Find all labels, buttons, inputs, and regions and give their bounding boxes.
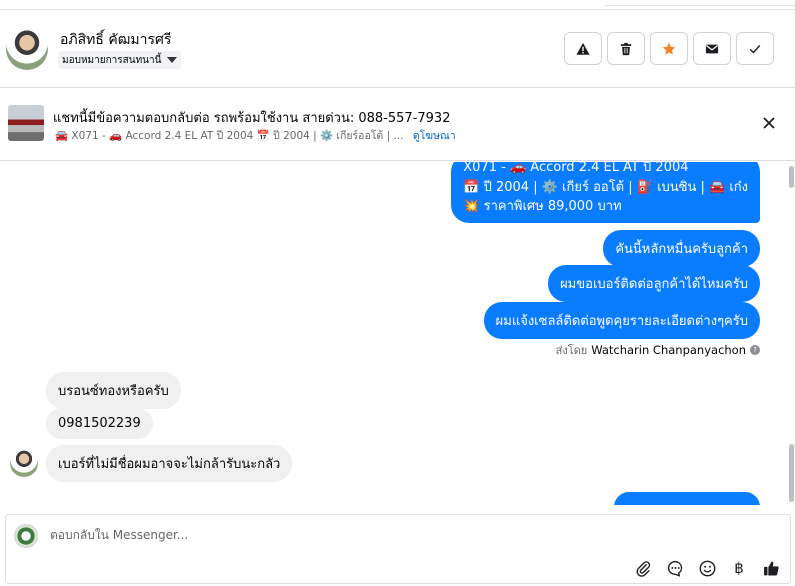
caret-down-icon [167,57,178,63]
trash-icon [620,42,632,55]
baht-icon: ฿ [734,559,744,577]
scrollbar-thumb-top[interactable] [789,166,794,188]
messenger-conversation-panel: อภิสิทธิ์ คัฒมารศรี มอบหมายการสนทนานี้ แ… [0,0,795,586]
top-border [0,0,795,10]
conversation-actions [564,32,774,65]
top-tab-stub [605,0,795,6]
car-line-2: 📅 ปี 2004 | ⚙️ เกียร์ ออโต้ | ⛽ เบนซิน |… [463,179,748,195]
car-line-3: 💥 ราคาพิเศษ 89,000 บาท [463,199,622,214]
assign-label: มอบหมายการสนทนานี้ [62,54,162,66]
emoji-button[interactable] [698,559,716,577]
ad-thumbnail[interactable] [8,105,44,141]
conversation-header: อภิสิทธิ์ คัฒมารศรี มอบหมายการสนทนานี้ [0,11,795,88]
help-icon[interactable]: ? [750,345,760,355]
emoji-icon [699,560,715,576]
message-thread: X071 - 🚗 Accord 2.4 EL AT ปี 2004 📅 ปี 2… [0,162,795,505]
mark-unread-button[interactable] [693,32,731,65]
sent-by-name: Watcharin Chanpanyachon [591,343,746,357]
reply-composer: ฿ [5,514,791,584]
star-button[interactable] [650,32,688,65]
outgoing-message[interactable]: คันนี้หลักหมื่นครับลูกค้า [603,230,760,267]
outgoing-message[interactable]: ผมขอเบอร์ติดต่อลูกค้าได้ไหมครับ [548,265,760,302]
contact-name[interactable]: อภิสิทธิ์ คัฒมารศรี [60,29,171,51]
thumbs-up-icon [763,561,779,576]
payment-button[interactable]: ฿ [730,559,748,577]
warning-icon [576,42,590,55]
page-avatar [14,524,38,548]
sent-by-prefix: ส่งโดย [555,344,588,357]
star-icon [662,42,676,55]
incoming-message[interactable]: เบอร์ที่ไม่มีชื่อผมอาจจะไม่กล้ารับนะกลัว [46,445,293,482]
delete-button[interactable] [607,32,645,65]
assign-conversation-dropdown[interactable]: มอบหมายการสนทนานี้ [58,51,182,69]
outgoing-message[interactable]: ผมแจ้งเซลล์ติดต่อพูดคุยรายละเอียดต่างๆคร… [483,302,760,339]
mark-done-button[interactable] [736,32,774,65]
like-button[interactable] [762,559,780,577]
saved-replies-button[interactable] [666,559,684,577]
reply-input[interactable] [50,528,650,542]
contact-avatar-small[interactable] [10,449,38,477]
ad-title: แชทนี้มีข้อความตอบกลับต่อ รถพร้อมใช้งาน … [53,111,451,126]
check-icon [749,44,761,53]
chat-bubble-icon [667,560,682,577]
mark-spam-button[interactable] [564,32,602,65]
ad-subtitle: 🚘 X071 - 🚗 Accord 2.4 EL AT ปี 2004 📅 ปี… [55,127,456,144]
scrollbar-thumb[interactable] [789,444,794,502]
outgoing-message-partial[interactable] [614,492,760,505]
sent-by-label: ส่งโดย Watcharin Chanpanyachon ? [556,341,760,359]
ad-context-banner: แชทนี้มีข้อความตอบกลับต่อ รถพร้อมใช้งาน … [0,89,795,161]
view-ad-link[interactable]: ดูโฆษณา [413,130,456,142]
paperclip-icon [636,560,650,577]
thread-scrollbar[interactable] [787,162,795,505]
car-details-message[interactable]: X071 - 🚗 Accord 2.4 EL AT ปี 2004 📅 ปี 2… [451,162,760,223]
close-icon[interactable] [761,115,777,131]
composer-tools: ฿ [634,559,780,577]
envelope-icon [705,44,719,53]
incoming-message[interactable]: 0981502239 [46,408,153,439]
ad-subtitle-text: 🚘 X071 - 🚗 Accord 2.4 EL AT ปี 2004 📅 ปี… [55,130,404,142]
attach-button[interactable] [634,559,652,577]
contact-avatar[interactable] [6,28,48,70]
car-line-1: X071 - 🚗 Accord 2.4 EL AT ปี 2004 [463,162,689,175]
incoming-message[interactable]: บรอนซ์ทองหรือครับ [46,372,181,409]
